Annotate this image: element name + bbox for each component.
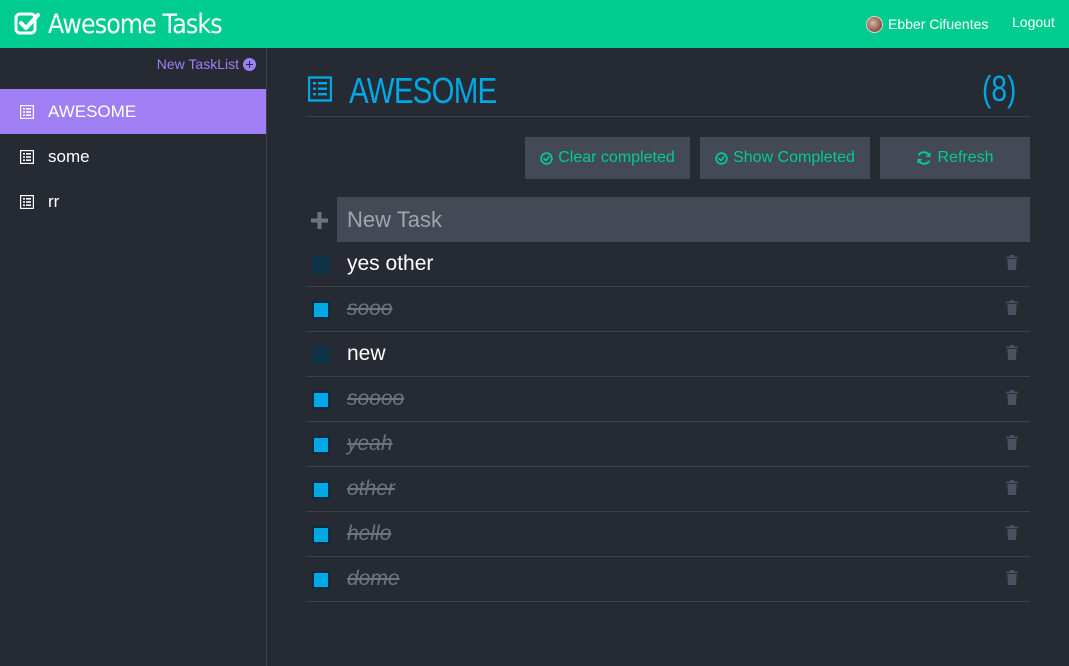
- user-name: Ebber Cifuentes: [888, 16, 989, 32]
- refresh-button[interactable]: Refresh: [880, 137, 1030, 179]
- top-bar: Awesome Tasks Ebber Cifuentes Logout: [0, 0, 1069, 48]
- new-tasklist-label: New TaskList: [156, 56, 239, 72]
- task-row: dome: [307, 557, 1030, 602]
- task-checkbox[interactable]: [312, 436, 330, 454]
- task-checkbox[interactable]: [312, 391, 330, 409]
- logout-link[interactable]: Logout: [1012, 14, 1055, 30]
- task-text[interactable]: hello: [347, 522, 391, 546]
- brand[interactable]: Awesome Tasks: [14, 8, 246, 40]
- task-text[interactable]: soooo: [347, 387, 404, 411]
- sidebar: New TaskList AWESOME some rr: [0, 48, 267, 666]
- sidebar-item-label: AWESOME: [48, 101, 137, 121]
- sidebar-item-some[interactable]: some: [0, 134, 266, 179]
- task-count: (8): [982, 68, 1017, 109]
- task-checkbox[interactable]: [312, 256, 330, 274]
- list-icon: [20, 104, 34, 119]
- task-checkbox[interactable]: [312, 571, 330, 589]
- sidebar-item-rr[interactable]: rr: [0, 179, 266, 224]
- task-row: hello: [307, 512, 1030, 557]
- page-title: AWESOME: [349, 70, 497, 111]
- check-circle-icon: [715, 151, 728, 165]
- list-icon: [20, 149, 34, 164]
- task-row: soooo: [307, 377, 1030, 422]
- task-row: sooo: [307, 287, 1030, 332]
- task-checkbox[interactable]: [312, 481, 330, 499]
- trash-icon[interactable]: [1006, 300, 1018, 315]
- task-text[interactable]: sooo: [347, 297, 393, 321]
- task-checkbox[interactable]: [312, 526, 330, 544]
- list-icon: [20, 194, 34, 209]
- avatar: [866, 15, 883, 33]
- trash-icon[interactable]: [1006, 525, 1018, 540]
- clear-completed-button[interactable]: Clear completed: [525, 137, 690, 179]
- new-tasklist-button[interactable]: New TaskList: [157, 56, 256, 72]
- button-label: Refresh: [937, 149, 994, 166]
- task-text[interactable]: other: [347, 477, 395, 501]
- task-row: yes other: [307, 242, 1030, 287]
- trash-icon[interactable]: [1006, 435, 1018, 450]
- button-label: Clear completed: [558, 149, 675, 166]
- divider: [307, 116, 1030, 117]
- user-menu[interactable]: Ebber Cifuentes: [866, 14, 988, 34]
- new-task-input[interactable]: [337, 197, 1030, 242]
- task-row: yeah: [307, 422, 1030, 467]
- task-text[interactable]: yeah: [347, 432, 393, 456]
- trash-icon[interactable]: [1006, 570, 1018, 585]
- sidebar-item-label: some: [48, 146, 90, 166]
- plus-circle-icon: [243, 57, 256, 71]
- task-checkbox[interactable]: [312, 346, 330, 364]
- show-completed-button[interactable]: Show Completed: [700, 137, 870, 179]
- trash-icon[interactable]: [1006, 345, 1018, 360]
- plus-icon[interactable]: [311, 212, 328, 229]
- app-title: Awesome Tasks: [48, 8, 223, 40]
- trash-icon[interactable]: [1006, 480, 1018, 495]
- sidebar-item-label: rr: [48, 191, 60, 211]
- task-text[interactable]: new: [347, 342, 386, 366]
- trash-icon[interactable]: [1006, 255, 1018, 270]
- button-label: Show Completed: [733, 149, 855, 166]
- list-icon: [308, 76, 332, 102]
- task-text[interactable]: yes other: [347, 252, 433, 276]
- check-square-icon: [14, 12, 40, 35]
- refresh-icon: [917, 151, 931, 165]
- task-checkbox[interactable]: [312, 301, 330, 319]
- sidebar-item-awesome[interactable]: AWESOME: [0, 89, 266, 134]
- task-row: new: [307, 332, 1030, 377]
- trash-icon[interactable]: [1006, 390, 1018, 405]
- task-row: other: [307, 467, 1030, 512]
- task-text[interactable]: dome: [347, 567, 400, 591]
- check-circle-icon: [540, 151, 553, 165]
